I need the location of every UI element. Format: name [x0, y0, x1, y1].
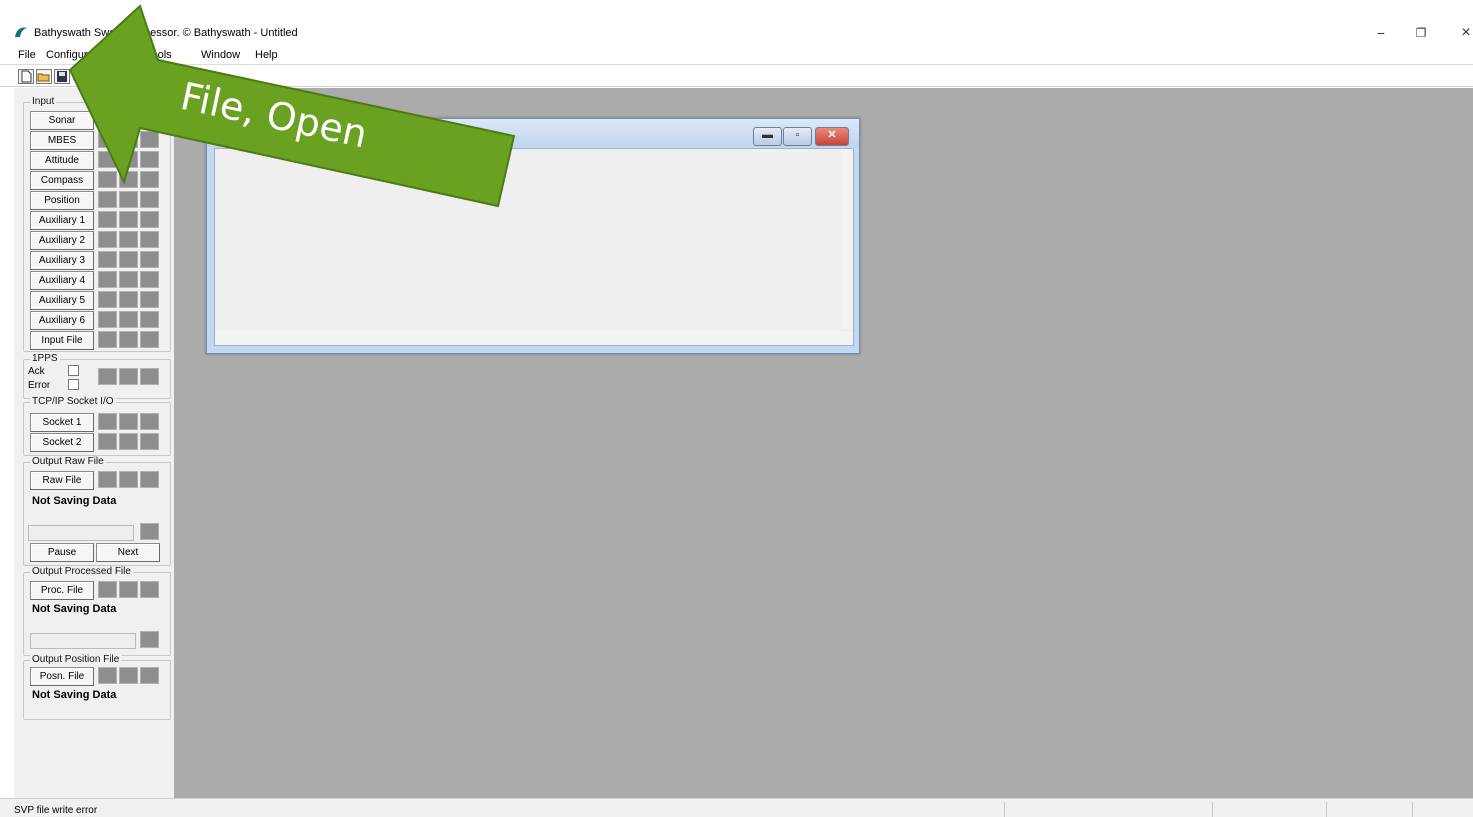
input-auxiliary-4-button[interactable]: Auxiliary 4 — [30, 271, 94, 290]
posn-indicator — [119, 667, 138, 684]
pps-indicator — [140, 368, 159, 385]
ack-label: Ack — [28, 366, 45, 377]
socket-indicator — [98, 413, 117, 430]
input-auxiliary-3-button[interactable]: Auxiliary 3 — [30, 251, 94, 270]
input-status-indicator — [119, 311, 138, 328]
input-status-indicator — [140, 331, 159, 348]
raw-output-group: Output Raw File Raw File Not Saving Data… — [23, 456, 171, 566]
pps-group: 1PPS Ack Error — [23, 353, 171, 399]
child-minimize-button[interactable]: ▬ — [753, 127, 782, 146]
proc-saving-status: Not Saving Data — [32, 603, 117, 615]
tcp-group-label: TCP/IP Socket I/O — [30, 396, 116, 407]
child-maximize-button[interactable]: ▫ — [783, 127, 812, 146]
error-label: Error — [28, 380, 51, 391]
proc-indicator — [140, 581, 159, 598]
input-status-indicator — [98, 311, 117, 328]
raw-progress-indicator — [140, 523, 159, 540]
socket-indicator — [119, 433, 138, 450]
pps-indicator — [98, 368, 117, 385]
posn-saving-status: Not Saving Data — [32, 689, 117, 701]
position-output-group: Output Position File Posn. File Not Savi… — [23, 654, 171, 720]
input-status-indicator — [140, 231, 159, 248]
processed-output-group: Output Processed File Proc. File Not Sav… — [23, 566, 171, 656]
next-button[interactable]: Next — [96, 543, 160, 562]
input-status-indicator — [98, 251, 117, 268]
socket-indicator — [119, 413, 138, 430]
status-pane — [1412, 802, 1473, 817]
ack-checkbox[interactable] — [68, 365, 79, 376]
error-checkbox[interactable] — [68, 379, 79, 390]
posn-indicator — [140, 667, 159, 684]
input-status-indicator — [119, 331, 138, 348]
socket-2-button[interactable]: Socket 2 — [30, 433, 94, 452]
proc-progress-bar — [30, 633, 136, 649]
status-pane — [1004, 802, 1211, 817]
posn-indicator — [98, 667, 117, 684]
input-auxiliary-6-button[interactable]: Auxiliary 6 — [30, 311, 94, 330]
input-auxiliary-5-button[interactable]: Auxiliary 5 — [30, 291, 94, 310]
input-status-indicator — [140, 311, 159, 328]
input-status-indicator — [119, 291, 138, 308]
child-close-button[interactable]: ✕ — [815, 127, 849, 146]
raw-indicator — [98, 471, 117, 488]
input-status-indicator — [119, 231, 138, 248]
input-status-indicator — [119, 271, 138, 288]
pause-button[interactable]: Pause — [30, 543, 94, 562]
proc-progress-indicator — [140, 631, 159, 648]
horizontal-scrollbar[interactable] — [215, 331, 853, 345]
input-status-indicator — [98, 331, 117, 348]
raw-file-button[interactable]: Raw File — [30, 471, 94, 490]
input-status-indicator — [140, 251, 159, 268]
posn-file-button[interactable]: Posn. File — [30, 667, 94, 686]
pps-indicator — [119, 368, 138, 385]
raw-saving-status: Not Saving Data — [32, 495, 117, 507]
input-status-indicator — [98, 291, 117, 308]
proc-file-button[interactable]: Proc. File — [30, 581, 94, 600]
socket-indicator — [140, 413, 159, 430]
tcp-group: TCP/IP Socket I/O Socket 1 Socket 2 — [23, 396, 171, 456]
status-message: SVP file write error — [14, 805, 98, 816]
proc-indicator — [98, 581, 117, 598]
position-output-label: Output Position File — [30, 654, 122, 665]
status-bar: SVP file write error — [0, 798, 1473, 817]
input-input-file-button[interactable]: Input File — [30, 331, 94, 350]
processed-output-label: Output Processed File — [30, 566, 133, 577]
input-status-indicator — [140, 291, 159, 308]
raw-indicator — [140, 471, 159, 488]
input-status-indicator — [119, 251, 138, 268]
input-status-indicator — [98, 271, 117, 288]
input-auxiliary-2-button[interactable]: Auxiliary 2 — [30, 231, 94, 250]
close-button[interactable]: × — [1443, 22, 1473, 44]
restore-button[interactable]: ❐ — [1398, 22, 1444, 44]
vertical-scrollbar[interactable] — [841, 149, 853, 329]
socket-indicator — [98, 433, 117, 450]
status-pane — [1326, 802, 1411, 817]
input-status-indicator — [98, 231, 117, 248]
raw-progress-bar — [28, 525, 134, 541]
raw-output-label: Output Raw File — [30, 456, 106, 467]
input-status-indicator — [140, 271, 159, 288]
status-pane — [1212, 802, 1325, 817]
pps-group-label: 1PPS — [30, 353, 60, 364]
socket-indicator — [140, 433, 159, 450]
socket-1-button[interactable]: Socket 1 — [30, 413, 94, 432]
proc-indicator — [119, 581, 138, 598]
raw-indicator — [119, 471, 138, 488]
